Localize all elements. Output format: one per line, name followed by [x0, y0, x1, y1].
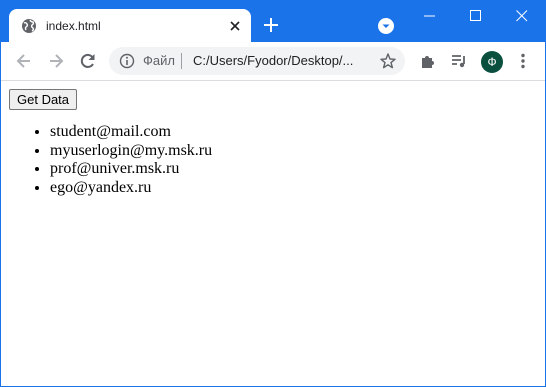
tab-index-html[interactable]: index.html — [9, 9, 251, 42]
browser-window: index.html Файл C:/Users/Fyodor/Desktop/… — [0, 0, 546, 387]
address-separator — [181, 53, 182, 69]
window-close-button[interactable] — [499, 1, 545, 31]
close-icon[interactable] — [227, 18, 243, 34]
page-content: Get Data student@mail.com myuserlogin@my… — [1, 81, 545, 386]
list-item: prof@univer.msk.ru — [50, 160, 212, 179]
globe-icon — [22, 19, 36, 33]
tab-search-icon[interactable] — [377, 17, 395, 35]
back-arrow-icon[interactable] — [14, 51, 34, 71]
title-bar: index.html — [1, 1, 545, 42]
maximize-icon — [470, 10, 481, 21]
url-text[interactable]: C:/Users/Fyodor/Desktop/... — [193, 53, 353, 69]
list-item: student@mail.com — [50, 123, 212, 142]
list-item: ego@yandex.ru — [50, 179, 212, 198]
star-bookmark-icon[interactable] — [379, 52, 397, 70]
address-bar[interactable]: Файл C:/Users/Fyodor/Desktop/... — [109, 47, 405, 75]
get-data-button[interactable]: Get Data — [9, 89, 78, 110]
extensions-puzzle-icon[interactable] — [418, 51, 438, 71]
minimize-button[interactable] — [407, 1, 453, 31]
media-playlist-icon[interactable] — [449, 51, 469, 71]
browser-toolbar: Файл C:/Users/Fyodor/Desktop/... — [1, 42, 545, 81]
new-tab-plus-icon[interactable] — [260, 14, 282, 36]
info-icon[interactable] — [119, 53, 135, 69]
tab-title: index.html — [46, 19, 101, 33]
more-menu-icon[interactable] — [513, 51, 533, 71]
list-item: myuserlogin@my.msk.ru — [50, 142, 212, 161]
forward-arrow-icon[interactable] — [46, 51, 66, 71]
reload-icon[interactable] — [78, 51, 98, 71]
minimize-icon — [424, 15, 435, 17]
email-list: student@mail.com myuserlogin@my.msk.ru p… — [1, 123, 212, 197]
maximize-button[interactable] — [453, 1, 499, 31]
file-scheme-label: Файл — [143, 53, 175, 68]
profile-avatar[interactable]: Ф — [481, 51, 503, 73]
close-icon — [516, 10, 528, 22]
